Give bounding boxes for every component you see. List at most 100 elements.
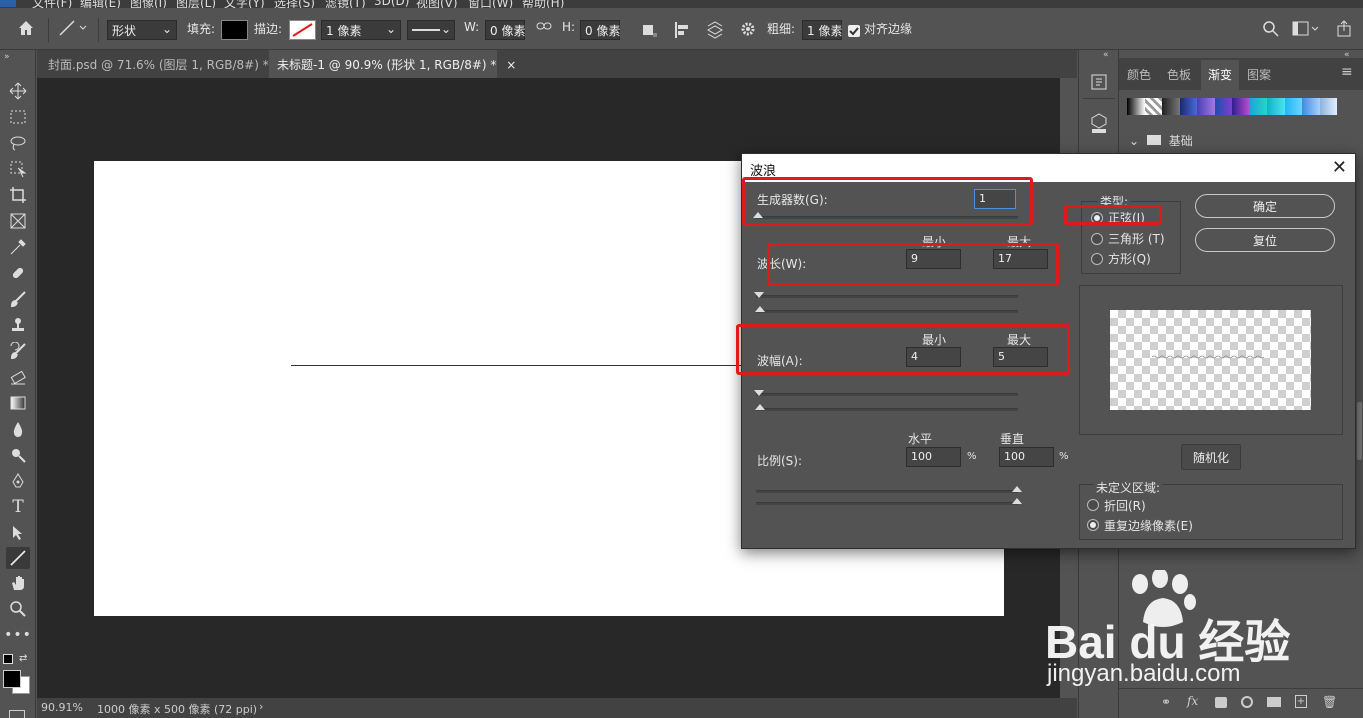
lasso-tool-icon[interactable]: [6, 132, 30, 154]
menu-edit[interactable]: 编辑(E): [80, 0, 121, 8]
mask-icon[interactable]: [1215, 697, 1227, 708]
path-arrangement-icon[interactable]: [704, 18, 726, 43]
menu-type[interactable]: 文字(Y): [224, 0, 265, 8]
radio-square[interactable]: [1091, 253, 1103, 265]
tab-patterns[interactable]: 图案: [1247, 66, 1271, 83]
blur-tool-icon[interactable]: [6, 418, 30, 440]
wrap-around-label[interactable]: 折回(R): [1104, 497, 1146, 514]
path-alignment-icon[interactable]: [672, 20, 692, 43]
scale-slider-bottom[interactable]: [756, 502, 1018, 505]
wavelength-slider-top[interactable]: [756, 295, 1018, 298]
folder-icon[interactable]: [1267, 697, 1281, 707]
zoom-level[interactable]: 90.91%: [41, 701, 83, 714]
amplitude-slider-bottom[interactable]: [756, 408, 1018, 411]
align-edges-checkbox[interactable]: [848, 25, 860, 37]
type-square-label[interactable]: 方形(Q): [1108, 250, 1151, 267]
scale-slider-top[interactable]: [756, 490, 1018, 493]
gradient-presets-row[interactable]: [1127, 98, 1337, 115]
line-tool-icon[interactable]: [6, 547, 30, 569]
path-operations-icon[interactable]: [640, 20, 660, 43]
randomize-button[interactable]: 随机化: [1181, 444, 1241, 470]
scale-slider-thumb-v[interactable]: [1012, 498, 1022, 504]
stroke-swatch[interactable]: [289, 20, 316, 40]
frame-tool-icon[interactable]: [6, 210, 30, 232]
generators-input[interactable]: 1: [974, 189, 1016, 209]
amplitude-slider-top[interactable]: [756, 393, 1018, 396]
gradient-tool-icon[interactable]: [6, 392, 30, 414]
fx-icon[interactable]: fx: [1187, 694, 1198, 708]
folder-row[interactable]: ⌄ 基础: [1129, 132, 1193, 149]
gear-icon[interactable]: [739, 20, 757, 41]
foreground-color-swatch[interactable]: [3, 670, 21, 688]
stamp-tool-icon[interactable]: [6, 314, 30, 336]
wavelength-max-input[interactable]: 17: [993, 249, 1048, 269]
amplitude-max-input[interactable]: 5: [993, 347, 1048, 367]
link-icon[interactable]: ⚭: [1161, 695, 1171, 709]
w-input[interactable]: 0 像素: [485, 20, 525, 40]
home-icon[interactable]: [16, 18, 36, 41]
close-icon[interactable]: ✕: [1332, 157, 1347, 178]
search-icon[interactable]: [1262, 20, 1280, 41]
object-select-tool-icon[interactable]: [6, 158, 30, 180]
menu-filter[interactable]: 滤镜(T): [325, 0, 366, 8]
zoom-tool-icon[interactable]: [6, 598, 30, 620]
amplitude-slider-thumb-max[interactable]: [755, 404, 765, 410]
wavelength-min-input[interactable]: 9: [906, 249, 961, 269]
repeat-edge-label[interactable]: 重复边缘像素(E): [1104, 517, 1193, 534]
adjustment-icon[interactable]: [1241, 696, 1253, 708]
dialog-titlebar[interactable]: 波浪 ✕: [742, 154, 1355, 182]
collapse-icon[interactable]: «: [1103, 50, 1109, 60]
type-triangle-label[interactable]: 三角形 (T): [1108, 230, 1165, 247]
menu-view[interactable]: 视图(V): [416, 0, 458, 8]
quick-mask-icon[interactable]: [9, 710, 25, 718]
eraser-tool-icon[interactable]: [6, 366, 30, 388]
chevron-right-icon[interactable]: ›: [259, 700, 263, 713]
line-shape[interactable]: [291, 365, 741, 366]
3d-panel-icon[interactable]: [1089, 112, 1109, 137]
close-icon[interactable]: ×: [506, 58, 516, 72]
path-select-tool-icon[interactable]: [6, 522, 30, 544]
generators-slider[interactable]: [756, 216, 1018, 219]
scrollbar-thumb[interactable]: [1357, 402, 1362, 460]
radio-wrap-around[interactable]: [1087, 499, 1099, 511]
brush-tool-icon[interactable]: [6, 288, 30, 310]
collapse-icon[interactable]: »: [4, 52, 10, 62]
more-tools-icon[interactable]: •••: [4, 624, 31, 646]
wavelength-slider-thumb-min[interactable]: [754, 292, 764, 298]
menu-3d[interactable]: 3D(D): [374, 0, 409, 8]
radio-sine[interactable]: [1091, 212, 1103, 224]
reset-button[interactable]: 复位: [1195, 228, 1335, 252]
history-brush-tool-icon[interactable]: [6, 340, 30, 362]
scale-slider-thumb-h[interactable]: [1012, 486, 1022, 492]
tab-color[interactable]: 颜色: [1127, 66, 1151, 83]
crop-tool-icon[interactable]: [6, 184, 30, 206]
stroke-width-select[interactable]: 1 像素 ⌄: [321, 20, 401, 40]
fill-swatch[interactable]: [221, 20, 248, 40]
type-tool-icon[interactable]: T: [6, 496, 30, 518]
share-icon[interactable]: [1335, 20, 1353, 41]
h-input[interactable]: 0 像素: [580, 20, 620, 40]
stroke-type-select[interactable]: ⌄: [407, 20, 455, 40]
tab-swatches[interactable]: 色板: [1167, 66, 1191, 83]
type-sine-label[interactable]: 正弦(I): [1108, 209, 1145, 226]
tab-cover-psd[interactable]: 封面.psd @ 71.6% (图层 1, RGB/8#) * ×: [40, 50, 289, 78]
move-tool-icon[interactable]: [6, 80, 30, 102]
new-layer-icon[interactable]: +: [1295, 695, 1307, 708]
default-colors-icon[interactable]: [3, 654, 13, 664]
menu-help[interactable]: 帮助(H): [522, 0, 564, 8]
line-tool-preset-icon[interactable]: [58, 18, 88, 41]
generators-slider-thumb[interactable]: [753, 212, 763, 218]
wavelength-slider-thumb-max[interactable]: [755, 306, 765, 312]
eyedropper-tool-icon[interactable]: [6, 236, 30, 258]
pen-tool-icon[interactable]: [6, 470, 30, 492]
link-icon[interactable]: [536, 18, 552, 37]
radio-repeat-edge[interactable]: [1087, 519, 1099, 531]
trash-icon[interactable]: 🗑: [1322, 695, 1337, 709]
weight-input[interactable]: 1 像素: [802, 20, 842, 40]
menu-file[interactable]: 文件(F): [32, 0, 72, 8]
menu-image[interactable]: 图像(I): [130, 0, 167, 8]
history-panel-icon[interactable]: [1089, 72, 1109, 95]
menu-layer[interactable]: 图层(L): [176, 0, 216, 8]
menu-select[interactable]: 选择(S): [274, 0, 315, 8]
scale-vertical-input[interactable]: 100: [999, 447, 1054, 467]
